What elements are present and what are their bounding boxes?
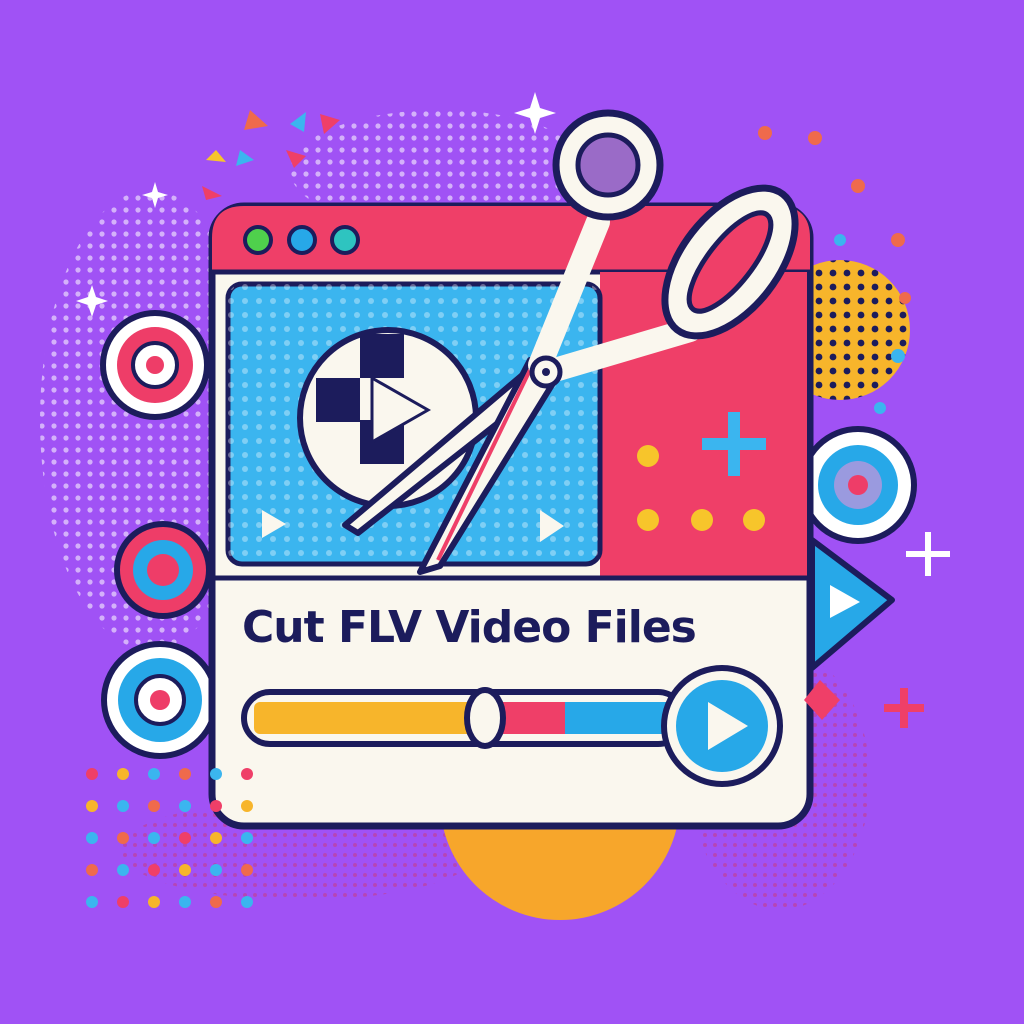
window-dot-blue[interactable] xyxy=(287,225,317,255)
confetti-dot xyxy=(148,832,160,844)
film-reel-icon xyxy=(799,426,917,544)
confetti-dot xyxy=(241,896,253,908)
confetti-dot xyxy=(241,832,253,844)
confetti-dot xyxy=(117,896,129,908)
confetti-dot xyxy=(117,800,129,812)
plus-icon xyxy=(884,532,950,728)
confetti-dot xyxy=(86,800,98,812)
confetti-dot xyxy=(86,864,98,876)
confetti-dot xyxy=(241,800,253,812)
film-reel-icon xyxy=(114,521,212,619)
confetti-dot xyxy=(86,768,98,780)
play-arrow-icon xyxy=(809,537,895,671)
window-dot-green[interactable] xyxy=(243,225,273,255)
confetti-dot xyxy=(117,832,129,844)
confetti-dot xyxy=(241,864,253,876)
confetti-dot xyxy=(210,896,222,908)
confetti-dot xyxy=(179,896,191,908)
confetti-dot xyxy=(148,896,160,908)
confetti-dot xyxy=(210,864,222,876)
confetti-dot xyxy=(241,768,253,780)
confetti-dot xyxy=(86,832,98,844)
confetti-dot xyxy=(86,896,98,908)
confetti-dot xyxy=(148,800,160,812)
film-reel-icon xyxy=(101,641,219,759)
play-button-icon[interactable] xyxy=(661,665,783,787)
confetti-dot xyxy=(117,768,129,780)
confetti-dot xyxy=(210,768,222,780)
confetti-dot xyxy=(148,768,160,780)
confetti-dot xyxy=(117,864,129,876)
timeline-slider-handle[interactable] xyxy=(464,687,506,749)
confetti-dot xyxy=(179,768,191,780)
confetti-dot xyxy=(179,832,191,844)
confetti-dot xyxy=(210,832,222,844)
illustration-canvas: Cut FLV Video Files xyxy=(0,0,1024,1024)
confetti-dot xyxy=(210,800,222,812)
confetti-dot xyxy=(179,800,191,812)
scene-graphics xyxy=(40,92,950,920)
page-title: Cut FLV Video Files xyxy=(242,602,697,653)
film-reel-icon xyxy=(100,310,210,420)
confetti-dot xyxy=(148,864,160,876)
confetti-dot xyxy=(179,864,191,876)
window-dot-teal[interactable] xyxy=(330,225,360,255)
play-circle-icon[interactable] xyxy=(297,327,479,509)
